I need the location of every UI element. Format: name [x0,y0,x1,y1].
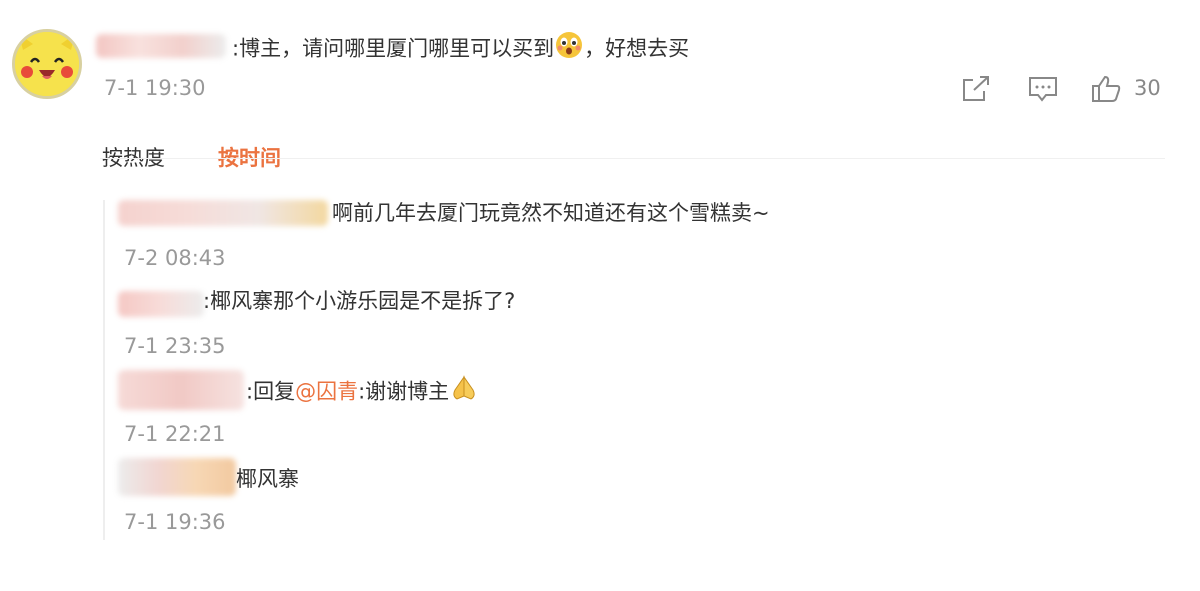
divider [100,158,1165,159]
reply-timestamp: 7-1 23:35 [124,334,226,358]
reply-text: 椰风寨 [236,467,299,491]
avatar[interactable] [12,29,82,99]
reply-text-prefix: :回复 [246,379,296,404]
mention-link[interactable]: @囚青 [295,380,358,404]
share-button[interactable] [960,74,992,108]
reply-timestamp: 7-1 22:21 [124,422,226,446]
reply-text: :椰风寨那个小游乐园是不是拆了? [203,289,516,313]
comment-icon [1029,77,1057,102]
reply-timestamp: 7-2 08:43 [124,246,226,270]
praying-hands-emoji-icon [449,374,479,411]
username-blurred[interactable] [96,34,226,58]
reply-username-blurred[interactable] [118,370,244,410]
comment-text-suffix: ，好想去买 [584,36,690,61]
comment-text-prefix: :博主，请问哪里厦门哪里可以买到 [232,36,555,61]
sort-tab-time[interactable]: 按时间 [218,142,281,172]
pikachu-avatar-icon [15,32,79,96]
comment-text: :博主，请问哪里厦门哪里可以买到 ，好想去买 [232,30,689,69]
reply-button[interactable] [1027,74,1059,108]
like-button[interactable] [1090,74,1122,108]
reply-text-suffix: :谢谢博主 [358,379,450,404]
share-icon [963,76,989,101]
reply-timestamp: 7-1 19:36 [124,510,226,534]
thumbs-up-icon [1092,75,1121,102]
comment-timestamp: 7-1 19:30 [104,76,206,100]
reply-text: :回复@囚青:谢谢博主 [246,374,479,411]
reply-username-blurred[interactable] [118,291,204,317]
surprised-face-emoji-icon [554,30,584,69]
reply-username-blurred[interactable] [118,200,328,226]
like-count: 30 [1134,76,1161,100]
reply-username-blurred[interactable] [118,458,236,496]
reply-text: 啊前几年去厦门玩竟然不知道还有这个雪糕卖~ [332,201,770,225]
sort-tab-hot[interactable]: 按热度 [102,142,165,172]
reply-thread-rail [103,200,105,540]
